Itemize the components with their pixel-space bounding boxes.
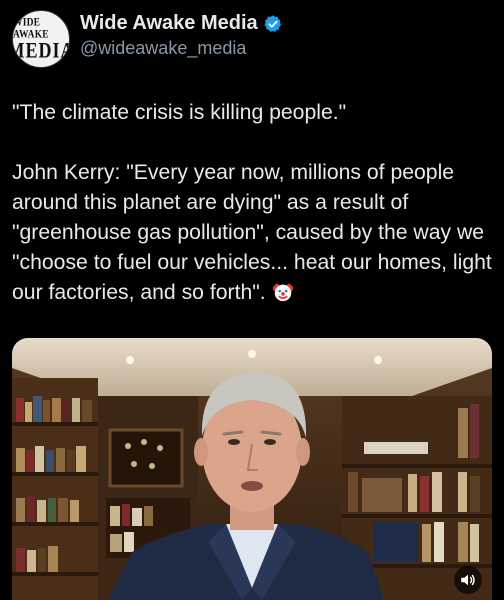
tweet-text: "The climate crisis is killing people." … <box>12 98 496 308</box>
tweet-quote-line: "The climate crisis is killing people." <box>12 101 347 124</box>
video-thumbnail[interactable] <box>12 338 492 600</box>
tweet-body-text: John Kerry: "Every year now, millions of… <box>12 161 498 304</box>
clown-face-icon <box>272 283 293 302</box>
tweet-body: John Kerry: "Every year now, millions of… <box>12 158 496 308</box>
name-row: Wide Awake Media <box>80 12 283 35</box>
avatar-text-bottom: MEDIA <box>13 37 69 63</box>
tweet-header: WIDE AWAKE MEDIA Wide Awake Media @widea… <box>12 10 492 70</box>
sound-toggle-button[interactable] <box>454 566 482 594</box>
verified-badge-icon <box>264 14 281 32</box>
video-frame <box>12 338 492 600</box>
handle[interactable]: @wideawake_media <box>80 38 246 59</box>
display-name[interactable]: Wide Awake Media <box>80 12 258 35</box>
avatar[interactable]: WIDE AWAKE MEDIA <box>12 10 70 68</box>
speaker-icon <box>461 574 475 586</box>
